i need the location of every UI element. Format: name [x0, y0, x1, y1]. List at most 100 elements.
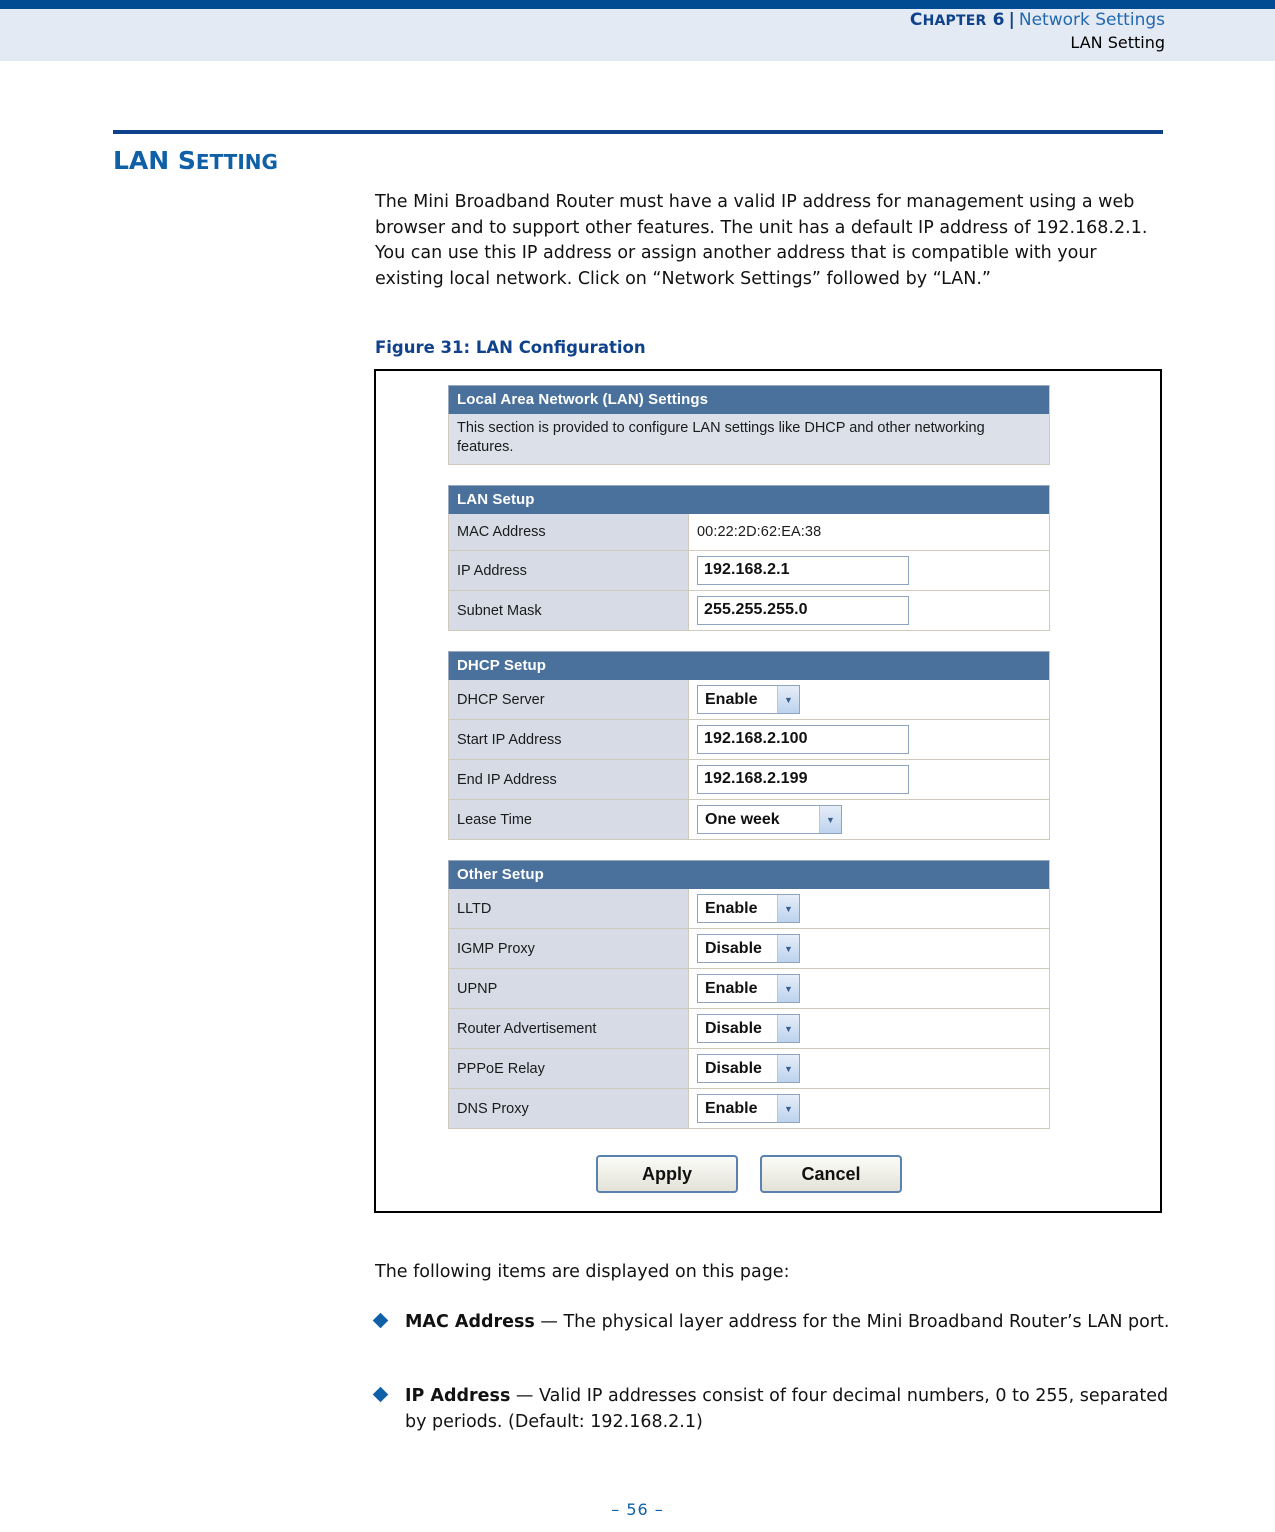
list-item-dash: —: [510, 1386, 539, 1406]
row-label-pppoe-relay: PPPoE Relay: [449, 1049, 689, 1088]
end-ip-address-input[interactable]: 192.168.2.199: [697, 765, 909, 794]
diamond-bullet-icon: [372, 1312, 389, 1329]
table-row: DNS Proxy Enable ▼: [448, 1089, 1050, 1129]
row-label-start-ip-address: Start IP Address: [449, 720, 689, 759]
lltd-select[interactable]: Enable ▼: [697, 894, 800, 923]
row-value-lease-time: One week ▼: [689, 800, 1049, 839]
diamond-bullet-icon: [372, 1386, 389, 1403]
table-row: Start IP Address 192.168.2.100: [448, 720, 1050, 760]
row-value-dhcp-server: Enable ▼: [689, 680, 1049, 719]
list-item-text: IP Address — Valid IP addresses consist …: [405, 1384, 1175, 1435]
start-ip-address-input[interactable]: 192.168.2.100: [697, 725, 909, 754]
upnp-select[interactable]: Enable ▼: [697, 974, 800, 1003]
row-label-upnp: UPNP: [449, 969, 689, 1008]
panel-title-other-setup: Other Setup: [448, 860, 1050, 889]
row-label-igmp-proxy: IGMP Proxy: [449, 929, 689, 968]
panel-description-lan-settings: This section is provided to configure LA…: [448, 414, 1050, 465]
row-label-end-ip-address: End IP Address: [449, 760, 689, 799]
running-header-chapter: CHAPTER 6 | Network Settings: [910, 10, 1165, 30]
panel-lan-setup: LAN Setup MAC Address 00:22:2D:62:EA:38 …: [448, 485, 1050, 631]
figure-caption: Figure 31: LAN Configuration: [375, 338, 646, 357]
table-row: IP Address 192.168.2.1: [448, 551, 1050, 591]
table-row: PPPoE Relay Disable ▼: [448, 1049, 1050, 1089]
row-value-ip-address: 192.168.2.1: [689, 551, 1049, 590]
panel-title-lan-setup: LAN Setup: [448, 485, 1050, 514]
cancel-button[interactable]: Cancel: [760, 1155, 902, 1193]
row-label-ip-address: IP Address: [449, 551, 689, 590]
row-label-lease-time: Lease Time: [449, 800, 689, 839]
header-section-label: Network Settings: [1018, 10, 1165, 30]
running-header-subsection: LAN Setting: [1070, 33, 1165, 52]
page-title: LAN SETTING: [113, 146, 278, 175]
table-row: Subnet Mask 255.255.255.0: [448, 591, 1050, 631]
header-chapter-label: CHAPTER 6: [909, 10, 1005, 30]
list-item-term: MAC Address: [405, 1312, 535, 1332]
chevron-down-icon[interactable]: ▼: [777, 895, 799, 922]
lease-time-select[interactable]: One week ▼: [697, 805, 842, 834]
dns-proxy-selected-value: Enable: [705, 1099, 758, 1117]
router-web-ui: Local Area Network (LAN) Settings This s…: [448, 385, 1050, 1193]
table-row: MAC Address 00:22:2D:62:EA:38: [448, 514, 1050, 551]
section-heading-rule: [113, 130, 1163, 134]
panel-dhcp-setup: DHCP Setup DHCP Server Enable ▼ Start IP…: [448, 651, 1050, 840]
pppoe-relay-select[interactable]: Disable ▼: [697, 1054, 800, 1083]
subnet-mask-input[interactable]: 255.255.255.0: [697, 596, 909, 625]
list-item-term: IP Address: [405, 1386, 511, 1406]
table-row: IGMP Proxy Disable ▼: [448, 929, 1050, 969]
lltd-selected-value: Enable: [705, 899, 758, 917]
panel-title-lan-settings: Local Area Network (LAN) Settings: [448, 385, 1050, 414]
table-row: Router Advertisement Disable ▼: [448, 1009, 1050, 1049]
intro-paragraph: The Mini Broadband Router must have a va…: [375, 192, 1148, 289]
row-value-start-ip-address: 192.168.2.100: [689, 720, 1049, 759]
chevron-down-icon[interactable]: ▼: [777, 935, 799, 962]
row-label-router-advertisement: Router Advertisement: [449, 1009, 689, 1048]
apply-button[interactable]: Apply: [596, 1155, 738, 1193]
ip-address-input[interactable]: 192.168.2.1: [697, 556, 909, 585]
upnp-selected-value: Enable: [705, 979, 758, 997]
row-label-mac-address: MAC Address: [449, 514, 689, 550]
chevron-down-icon[interactable]: ▼: [777, 1055, 799, 1082]
mac-address-value: 00:22:2D:62:EA:38: [697, 524, 822, 540]
row-value-igmp-proxy: Disable ▼: [689, 929, 1049, 968]
row-value-dns-proxy: Enable ▼: [689, 1089, 1049, 1128]
form-button-row: Apply Cancel: [448, 1155, 1050, 1193]
table-row: End IP Address 192.168.2.199: [448, 760, 1050, 800]
table-row: UPNP Enable ▼: [448, 969, 1050, 1009]
list-item-dash: —: [534, 1312, 564, 1332]
list-item: IP Address — Valid IP addresses consist …: [372, 1384, 1175, 1435]
pppoe-relay-selected-value: Disable: [705, 1059, 762, 1077]
list-item: MAC Address — The physical layer address…: [372, 1310, 1175, 1336]
row-label-subnet-mask: Subnet Mask: [449, 591, 689, 630]
table-row: DHCP Server Enable ▼: [448, 680, 1050, 720]
chevron-down-icon[interactable]: ▼: [777, 975, 799, 1002]
igmp-proxy-selected-value: Disable: [705, 939, 762, 957]
top-brand-rule: [0, 0, 1275, 9]
figure-lan-configuration: Local Area Network (LAN) Settings This s…: [374, 369, 1162, 1213]
header-separator: |: [1008, 10, 1015, 30]
row-label-dhcp-server: DHCP Server: [449, 680, 689, 719]
row-value-router-advertisement: Disable ▼: [689, 1009, 1049, 1048]
row-value-lltd: Enable ▼: [689, 889, 1049, 928]
igmp-proxy-select[interactable]: Disable ▼: [697, 934, 800, 963]
lease-time-selected-value: One week: [705, 810, 780, 828]
router-advertisement-select[interactable]: Disable ▼: [697, 1014, 800, 1043]
chevron-down-icon[interactable]: ▼: [777, 1095, 799, 1122]
dhcp-server-select[interactable]: Enable ▼: [697, 685, 800, 714]
dhcp-server-selected-value: Enable: [705, 690, 758, 708]
row-value-mac-address: 00:22:2D:62:EA:38: [689, 514, 1049, 550]
panel-title-dhcp-setup: DHCP Setup: [448, 651, 1050, 680]
row-value-end-ip-address: 192.168.2.199: [689, 760, 1049, 799]
row-value-pppoe-relay: Disable ▼: [689, 1049, 1049, 1088]
panel-lan-settings-overview: Local Area Network (LAN) Settings This s…: [448, 385, 1050, 465]
dns-proxy-select[interactable]: Enable ▼: [697, 1094, 800, 1123]
list-item-description: The physical layer address for the Mini …: [563, 1312, 1170, 1332]
row-label-lltd: LLTD: [449, 889, 689, 928]
chevron-down-icon[interactable]: ▼: [777, 686, 799, 713]
page-footer: – 56 –: [611, 1500, 664, 1519]
table-row: Lease Time One week ▼: [448, 800, 1050, 840]
chevron-down-icon[interactable]: ▼: [777, 1015, 799, 1042]
router-advertisement-selected-value: Disable: [705, 1019, 762, 1037]
chevron-down-icon[interactable]: ▼: [819, 806, 841, 833]
row-value-subnet-mask: 255.255.255.0: [689, 591, 1049, 630]
following-items-lead: The following items are displayed on thi…: [375, 1262, 790, 1282]
